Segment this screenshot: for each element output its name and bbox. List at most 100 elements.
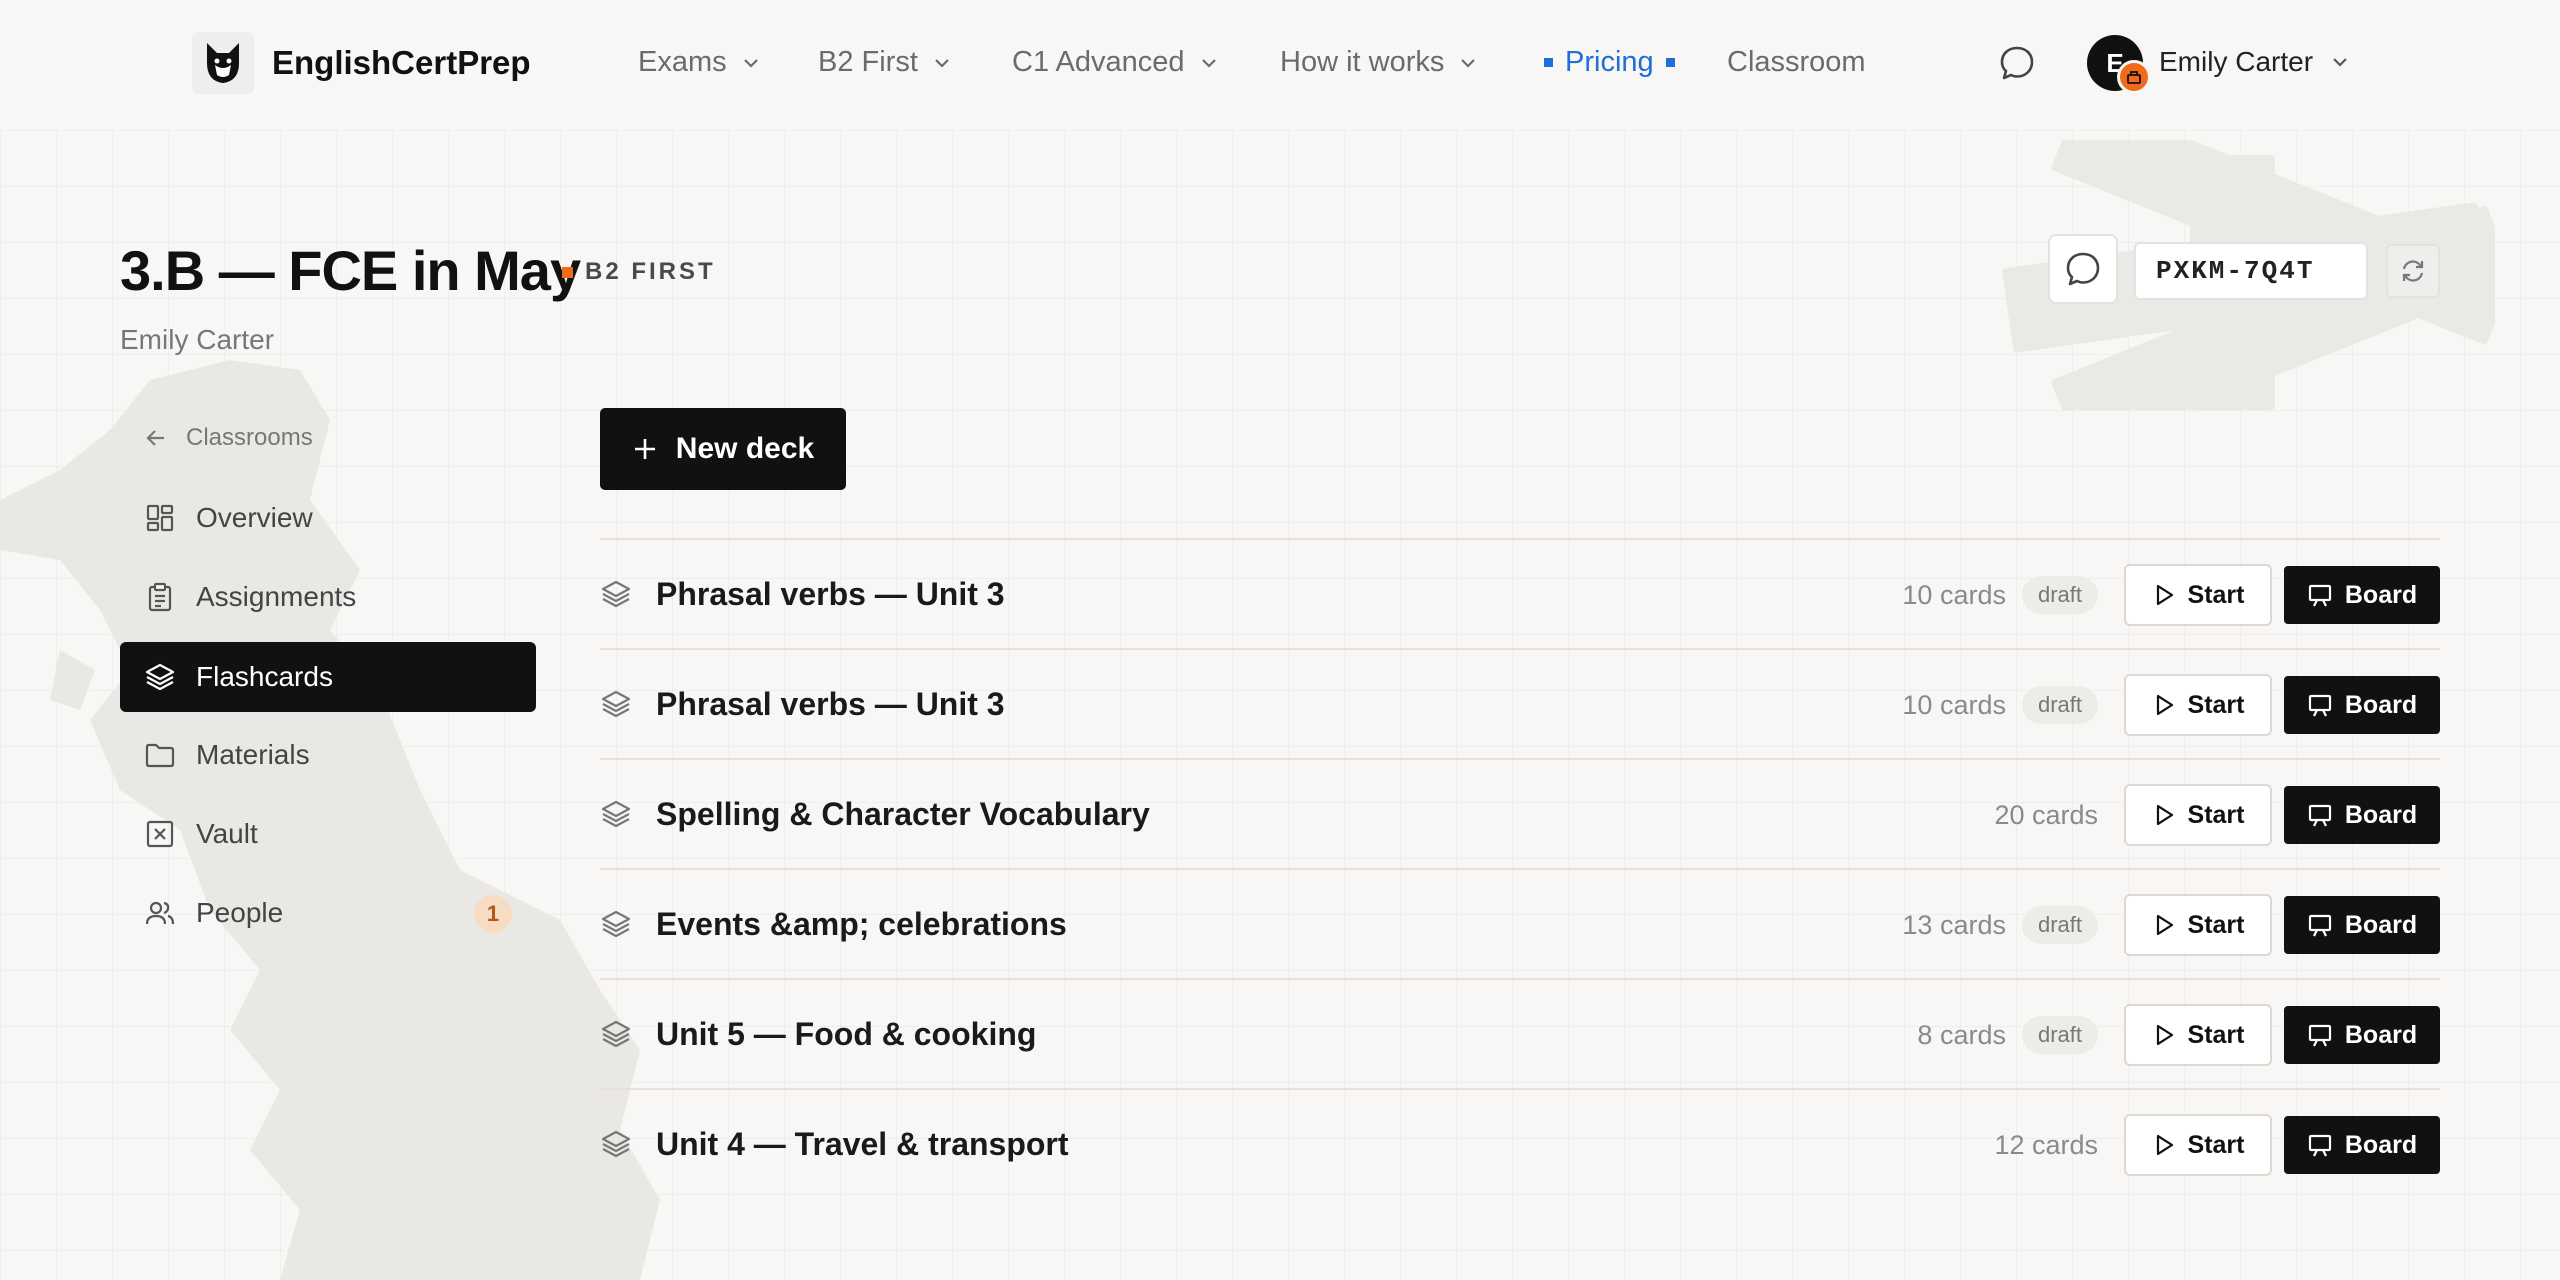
layers-icon (601, 910, 631, 938)
nav-b2-first[interactable]: B2 First (818, 46, 952, 79)
play-icon (2156, 804, 2173, 826)
deck-actions: 20 cards Start Board (1994, 784, 2440, 846)
presentation-board-icon (2308, 1134, 2331, 1157)
board-button[interactable]: Board (2284, 566, 2440, 624)
start-label: Start (2187, 1130, 2245, 1159)
chevron-down-icon[interactable] (2330, 52, 2350, 72)
status-badge: draft (2021, 686, 2098, 724)
deck-title[interactable]: Phrasal verbs — Unit 3 (656, 686, 1005, 723)
layers-icon (601, 800, 631, 828)
layers-icon (601, 1130, 631, 1158)
sidebar-item-flashcards[interactable]: Flashcards (120, 642, 536, 712)
sidebar-item-vault[interactable]: Vault (120, 799, 536, 869)
start-button[interactable]: Start (2124, 784, 2272, 846)
layers-icon (601, 690, 631, 718)
level-badge: B2 FIRST (562, 258, 716, 286)
status-badge: draft (2021, 1016, 2098, 1054)
status-badge: draft (2021, 576, 2098, 614)
deck-title[interactable]: Phrasal verbs — Unit 3 (656, 576, 1005, 613)
deck-row[interactable]: Unit 4 — Travel & transport 12 cards Start… (600, 1088, 2440, 1198)
play-icon (2156, 1134, 2173, 1156)
card-count: 8 cards (1917, 1019, 2006, 1050)
deck-row[interactable]: Spelling & Character Vocabulary 20 cards S… (600, 758, 2440, 868)
start-button[interactable]: Start (2124, 1114, 2272, 1176)
card-count: 12 cards (1994, 1129, 2098, 1160)
clipboard-icon (148, 582, 172, 612)
user-name[interactable]: Emily Carter (2159, 46, 2313, 78)
refresh-icon (2402, 260, 2424, 282)
start-button[interactable]: Start (2124, 674, 2272, 736)
sidebar-item-people[interactable]: People 1 (120, 878, 536, 948)
nav-exams[interactable]: Exams (638, 46, 761, 79)
presentation-board-icon (2308, 584, 2331, 607)
board-button[interactable]: Board (2284, 676, 2440, 734)
pricing-marker-right (1665, 58, 1675, 67)
layers-icon (601, 580, 631, 608)
start-label: Start (2187, 580, 2245, 609)
layers-icon (145, 663, 175, 691)
start-button[interactable]: Start (2124, 894, 2272, 956)
nav-classroom-label: Classroom (1727, 46, 1866, 78)
teacher-name: Emily Carter (120, 324, 275, 355)
nav-pricing[interactable]: Pricing (1544, 46, 1675, 79)
play-icon (2156, 694, 2173, 716)
join-code-field[interactable]: PXKM-7Q4T (2134, 242, 2368, 300)
start-label: Start (2187, 800, 2245, 829)
back-link-label: Classrooms (186, 424, 313, 451)
vault-icon (146, 820, 174, 848)
deck-actions: 8 cards draft Start Board (1917, 1004, 2440, 1066)
start-button[interactable]: Start (2124, 564, 2272, 626)
new-deck-button[interactable]: New deck (600, 408, 846, 490)
class-chat-button[interactable] (2048, 234, 2118, 304)
people-count-badge: 1 (474, 895, 512, 933)
board-button[interactable]: Board (2284, 786, 2440, 844)
nav-how-it-works[interactable]: How it works (1280, 46, 1478, 79)
nav-c1-advanced[interactable]: C1 Advanced (1012, 46, 1219, 79)
status-badge: draft (2021, 906, 2098, 944)
plus-icon (634, 439, 655, 459)
presentation-board-icon (2308, 914, 2331, 937)
regenerate-code-button[interactable] (2386, 244, 2440, 298)
sidebar-item-assignments[interactable]: Assignments (120, 562, 536, 632)
card-count: 13 cards (1902, 909, 2006, 940)
nav-c1-advanced-label: C1 Advanced (1012, 46, 1185, 78)
chat-bubble-icon[interactable] (1998, 44, 2036, 82)
board-label: Board (2344, 580, 2418, 609)
play-icon (2156, 914, 2173, 936)
deck-title[interactable]: Events &amp; celebrations (656, 906, 1067, 943)
sidebar-item-label: Vault (196, 818, 258, 849)
layers-icon (601, 1020, 631, 1048)
board-button[interactable]: Board (2284, 1116, 2440, 1174)
deck-title[interactable]: Spelling & Character Vocabulary (656, 796, 1150, 833)
sidebar-item-overview[interactable]: Overview (120, 483, 536, 553)
level-marker (562, 266, 573, 278)
brand-name[interactable]: EnglishCertPrep (272, 44, 531, 82)
chat-bubble-icon (2066, 252, 2100, 286)
deck-title[interactable]: Unit 5 — Food & cooking (656, 1016, 1036, 1053)
board-button[interactable]: Board (2284, 896, 2440, 954)
chevron-down-icon (1461, 58, 1476, 68)
page-title: 3.B — FCE in May (120, 239, 581, 302)
deck-row[interactable]: Unit 5 — Food & cooking 8 cards draft Start… (600, 978, 2440, 1088)
board-label: Board (2344, 910, 2418, 939)
board-label: Board (2344, 1130, 2418, 1159)
board-button[interactable]: Board (2284, 1006, 2440, 1064)
deck-row[interactable]: Phrasal verbs — Unit 3 10 cards draft Start… (600, 538, 2440, 648)
start-label: Start (2187, 690, 2245, 719)
badge-icon (2127, 71, 2141, 84)
start-label: Start (2187, 910, 2245, 939)
presentation-board-icon (2308, 1024, 2331, 1047)
deck-title[interactable]: Unit 4 — Travel & transport (656, 1126, 1069, 1163)
brand-logo[interactable] (192, 32, 254, 94)
deck-row[interactable]: Events &amp; celebrations 13 cards draft St… (600, 868, 2440, 978)
folder-icon (145, 743, 175, 768)
play-icon (2156, 1024, 2173, 1046)
nav-pricing-label: Pricing (1565, 46, 1654, 78)
top-navigation: EnglishCertPrep Exams B2 First C1 Advanc… (0, 0, 2560, 128)
nav-classroom[interactable]: Classroom (1727, 46, 1866, 79)
sidebar-item-materials[interactable]: Materials (120, 720, 536, 790)
deck-row[interactable]: Phrasal verbs — Unit 3 10 cards draft Start… (600, 648, 2440, 758)
nav-exams-label: Exams (638, 46, 727, 78)
back-to-classrooms-link[interactable]: Classrooms (144, 424, 313, 452)
start-button[interactable]: Start (2124, 1004, 2272, 1066)
